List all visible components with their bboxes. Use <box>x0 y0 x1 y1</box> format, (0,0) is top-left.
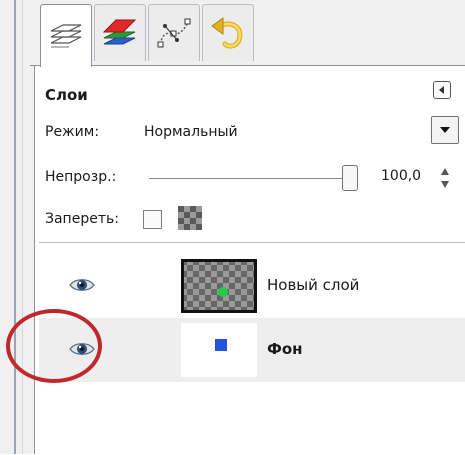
dock-tabbar <box>30 0 465 67</box>
eye-icon[interactable] <box>69 276 95 294</box>
paths-icon <box>157 18 191 48</box>
layers-icon <box>50 24 82 48</box>
undo-icon <box>211 17 243 49</box>
lock-pixels-checkbox[interactable] <box>143 210 162 229</box>
layer-name[interactable]: Фон <box>267 340 303 358</box>
layers-list: Новый слой Фон <box>39 242 465 455</box>
lock-alpha-icon[interactable] <box>178 206 202 230</box>
triangle-left-icon <box>439 86 444 94</box>
chevron-down-icon <box>440 127 450 133</box>
opacity-value[interactable]: 100,0 <box>381 168 421 184</box>
opacity-label: Непрозр.: <box>45 169 117 185</box>
mode-dropdown-button[interactable] <box>431 116 459 144</box>
mode-select-value[interactable]: Нормальный <box>144 124 238 140</box>
dock-separator-light <box>22 0 23 454</box>
tab-paths[interactable] <box>148 4 200 61</box>
layer-name[interactable]: Новый слой <box>267 276 359 294</box>
panel-title: Слои <box>45 86 88 104</box>
layer-thumbnail <box>181 259 257 313</box>
lock-label: Запереть: <box>45 211 119 227</box>
dock-separator <box>14 0 16 454</box>
tab-undo-history[interactable] <box>202 4 254 61</box>
layer-row[interactable]: Фон <box>39 318 465 382</box>
tab-layers[interactable] <box>40 4 92 67</box>
opacity-slider-handle[interactable] <box>342 165 358 191</box>
layer-thumbnail <box>181 323 257 377</box>
tab-channels[interactable] <box>94 4 146 61</box>
annotation-circle <box>6 309 102 383</box>
opacity-slider-track[interactable] <box>149 178 353 179</box>
dock-left-edge <box>0 0 30 454</box>
mode-label: Режим: <box>45 124 100 140</box>
layer-row[interactable]: Новый слой <box>39 254 465 318</box>
opacity-spinner-icon[interactable] <box>439 166 451 190</box>
panel-menu-button[interactable] <box>433 81 451 99</box>
layers-panel: Слои Режим: Нормальный Непрозр.: 100,0 З… <box>34 66 465 455</box>
channels-icon <box>102 19 137 45</box>
layers-dock: Слои Режим: Нормальный Непрозр.: 100,0 З… <box>30 0 465 455</box>
